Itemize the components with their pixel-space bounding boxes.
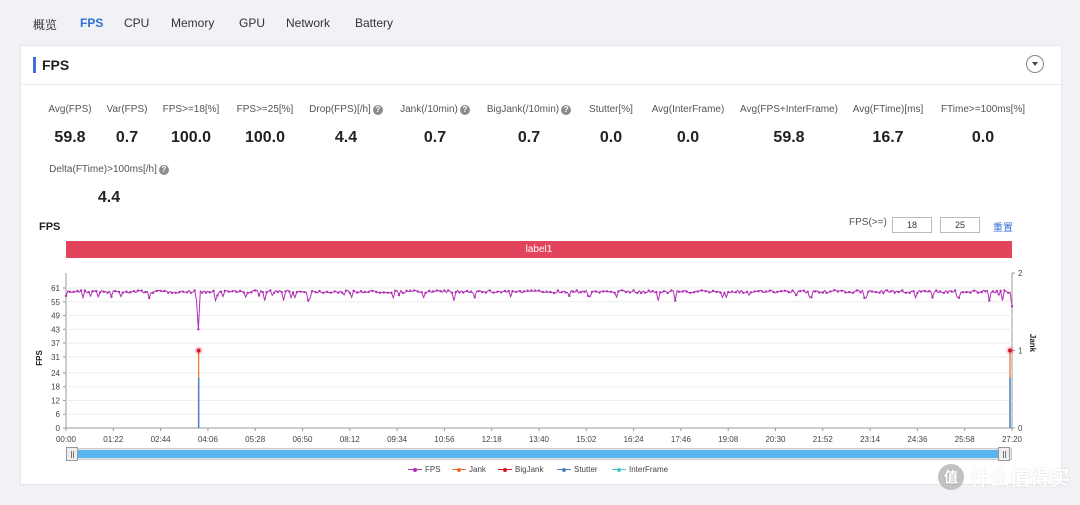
tab-fps[interactable]: FPS xyxy=(80,16,103,30)
fps-threshold-input-2[interactable] xyxy=(940,217,980,233)
tab-memory[interactable]: Memory xyxy=(171,16,214,30)
chevron-down-icon xyxy=(1032,62,1038,66)
metric-value: 4.4 xyxy=(97,189,121,206)
watermark-text: 什么值得买 xyxy=(970,468,1070,490)
tab-network[interactable]: Network xyxy=(286,16,330,30)
fps-threshold-input-1[interactable] xyxy=(892,217,932,233)
tab-cpu[interactable]: CPU xyxy=(124,16,149,30)
chart-title: FPS xyxy=(39,221,61,233)
reset-button[interactable]: 重置 xyxy=(993,219,1013,234)
card-title: FPS xyxy=(33,57,69,73)
help-icon[interactable]: ? xyxy=(158,164,169,175)
label-band: label1 xyxy=(66,241,1012,258)
legend-line-dot-icon xyxy=(498,466,512,474)
chart-legend: FPS Jank BigJank Stutter InterFrame xyxy=(0,465,1080,477)
legend-line-dot-icon xyxy=(408,466,422,474)
legend-label: FPS xyxy=(425,465,441,474)
legend-label: Jank xyxy=(469,465,486,474)
metric-label-text: Delta(FTime)>100ms[/h] xyxy=(49,164,157,175)
metric-12: Delta(FTime)>100ms[/h]? 4.4 xyxy=(39,159,179,207)
metric-label: Avg(InterFrame) xyxy=(652,104,725,115)
legend-item-fps[interactable]: FPS xyxy=(408,465,441,474)
metric-11: FTime>=100ms[%] 0.0 xyxy=(913,99,1053,147)
metric-label-text: FTime>=100ms[%] xyxy=(940,104,1026,115)
zoom-slider-handle-left[interactable] xyxy=(66,447,78,461)
legend-label: Stutter xyxy=(574,465,598,474)
metric-label: FTime>=100ms[%] xyxy=(941,104,1025,115)
legend-label: InterFrame xyxy=(629,465,669,474)
legend-item-bigjank[interactable]: BigJank xyxy=(498,465,543,474)
metric-label: Delta(FTime)>100ms[/h]? xyxy=(49,164,169,175)
watermark: 值 什么值得买 xyxy=(938,462,1070,491)
tab-overview[interactable]: 概览 xyxy=(33,16,57,33)
legend-item-interframe[interactable]: InterFrame xyxy=(612,465,668,474)
metric-label-text: Drop(FPS)[/h] xyxy=(309,104,371,115)
legend-item-stutter[interactable]: Stutter xyxy=(557,465,598,474)
legend-line-dot-icon xyxy=(557,466,571,474)
tab-bar: 概览 FPS CPU Memory GPU Network Battery xyxy=(0,0,1080,44)
legend-line-dot-icon xyxy=(612,466,626,474)
fps-threshold-label: FPS(>=) xyxy=(849,217,887,228)
zoom-slider-range[interactable] xyxy=(78,450,998,458)
metric-label-text: Jank(/10min) xyxy=(400,104,458,115)
tab-battery[interactable]: Battery xyxy=(355,16,393,30)
metric-label-text: Avg(InterFrame) xyxy=(651,104,725,115)
legend-line-dot-icon xyxy=(452,466,466,474)
divider xyxy=(21,84,1061,85)
metric-value: 0.0 xyxy=(971,129,995,146)
tab-gpu[interactable]: GPU xyxy=(239,16,265,30)
legend-item-jank[interactable]: Jank xyxy=(452,465,486,474)
watermark-logo-icon: 值 xyxy=(938,463,964,490)
collapse-button[interactable] xyxy=(1026,55,1044,73)
legend-label: BigJank xyxy=(515,465,544,474)
zoom-slider-handle-right[interactable] xyxy=(998,447,1010,461)
